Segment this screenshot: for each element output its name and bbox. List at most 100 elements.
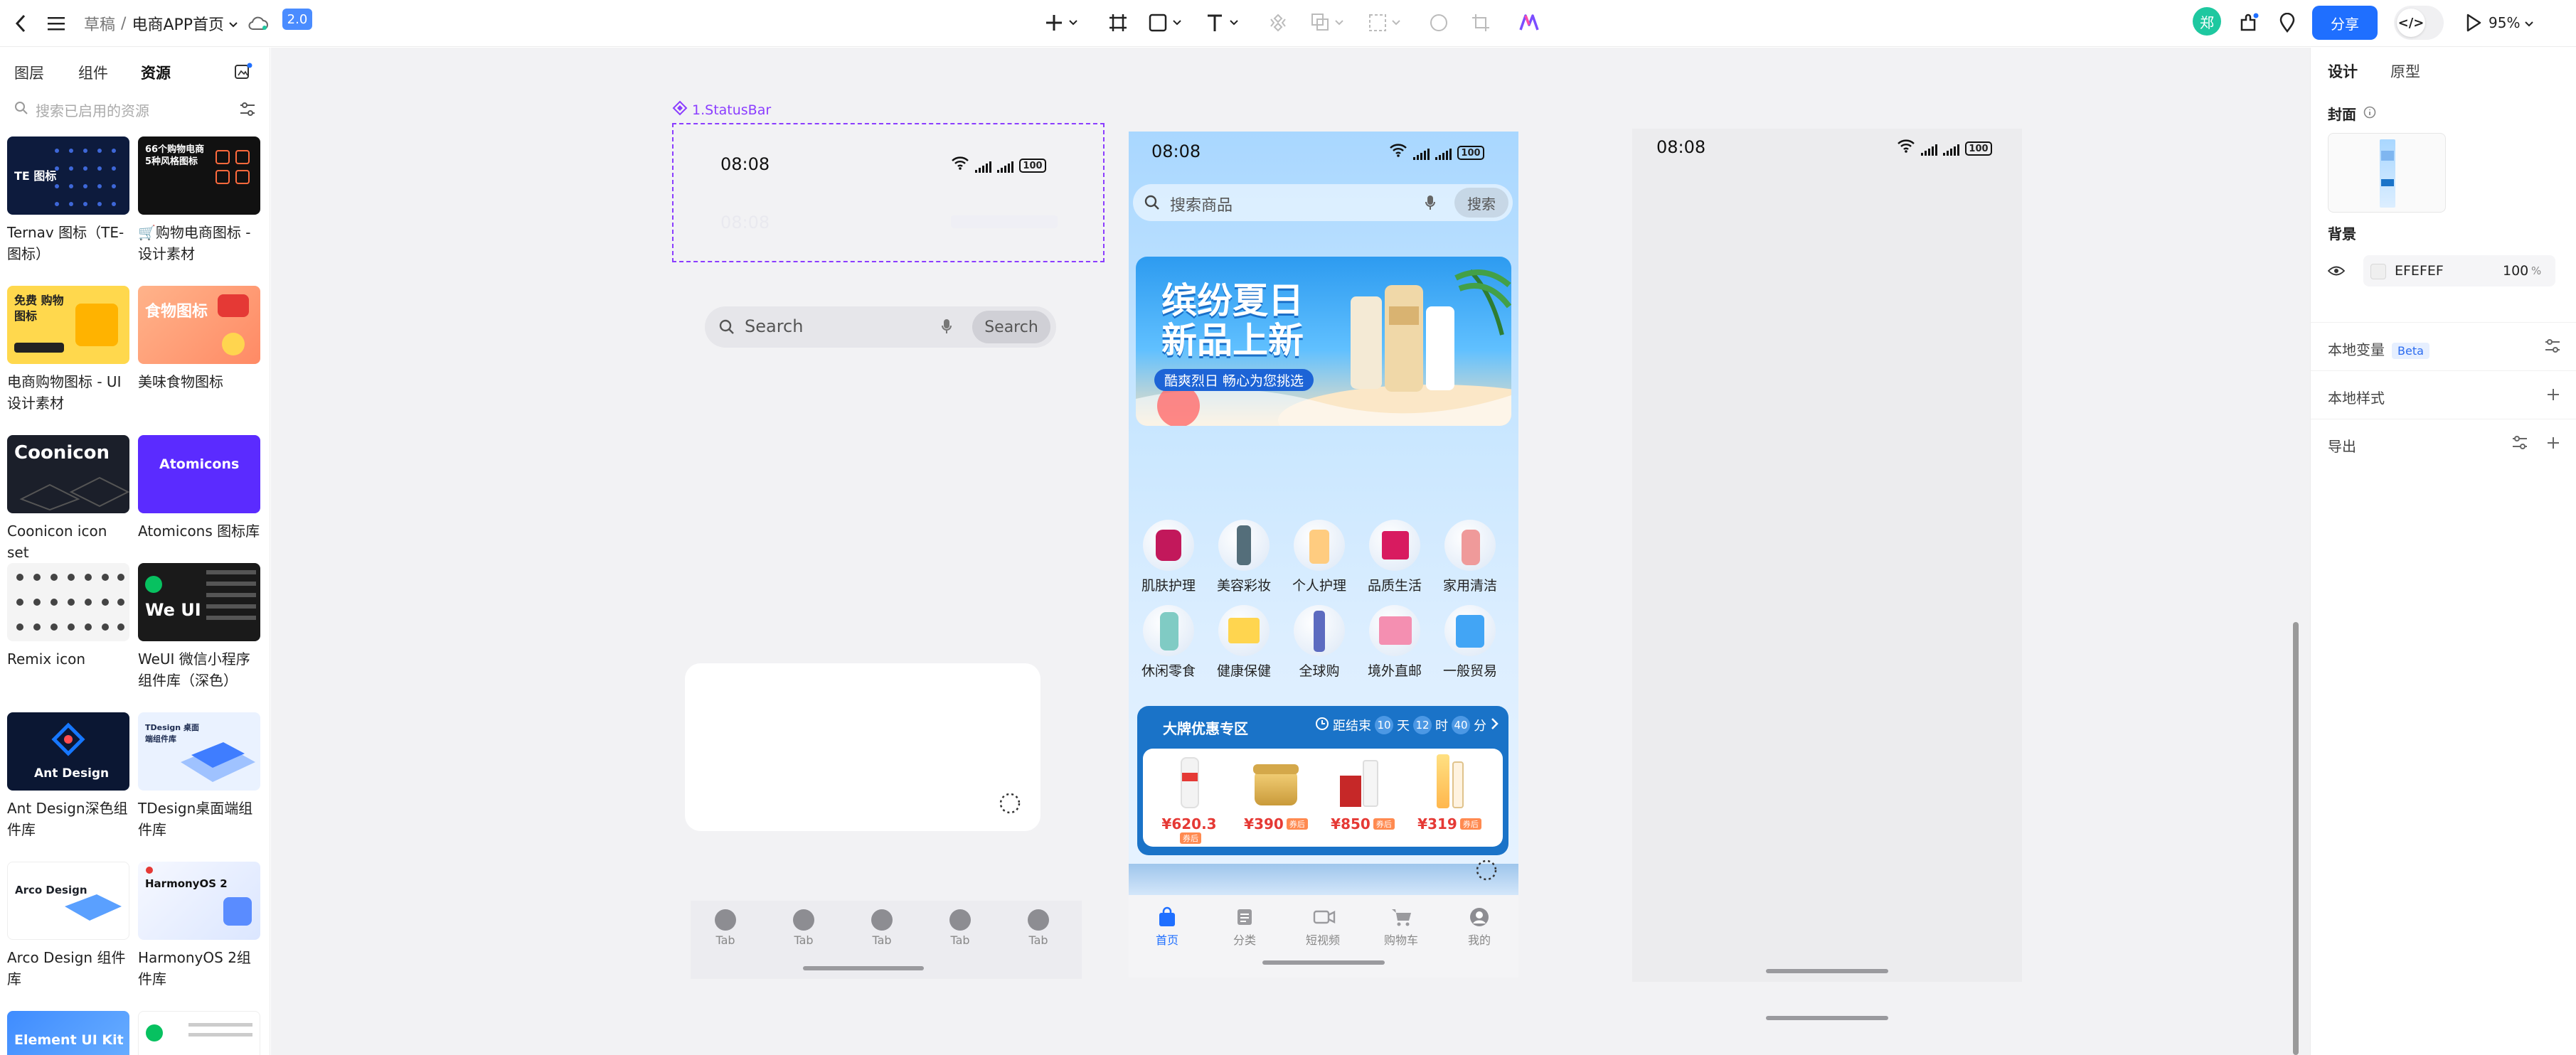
menu-icon[interactable] — [44, 11, 68, 36]
search-component[interactable]: Search Search — [705, 306, 1056, 348]
asset-tile[interactable]: TE 图标 Ternav 图标（TE-图标） — [7, 136, 129, 264]
avatar[interactable]: 郑 — [2193, 7, 2221, 36]
tab-assets[interactable]: 资源 — [141, 62, 171, 83]
frame-tool-icon[interactable] — [1104, 9, 1132, 37]
asset-tile[interactable]: Atomicons Atomicons 图标库 — [138, 435, 260, 542]
mask-tool-button[interactable] — [1366, 9, 1405, 37]
file-name[interactable]: 电商APP首页 — [132, 12, 224, 35]
promo-product[interactable]: ¥850 券后 — [1324, 754, 1402, 832]
tab-home[interactable]: 首页 — [1142, 906, 1192, 948]
component-tool-icon[interactable] — [1264, 9, 1292, 37]
tab-item[interactable]: Tab — [1013, 909, 1063, 947]
category-item[interactable]: 境外直邮 — [1361, 605, 1429, 680]
background-fill-field[interactable]: EFEFEF 100 % — [2363, 255, 2555, 286]
design-canvas[interactable]: 1.StatusBar 08:08 100 08:08 Search Searc… — [271, 48, 2310, 1055]
settings-sliders-icon[interactable] — [2511, 435, 2528, 454]
tab-category[interactable]: 分类 — [1220, 906, 1270, 948]
asset-tile[interactable]: We UI WeUI 微信小程序组件库（深色） — [138, 563, 260, 691]
cover-thumbnail[interactable] — [2328, 133, 2446, 213]
microphone-icon[interactable] — [1425, 194, 1436, 214]
asset-tile[interactable] — [138, 1011, 260, 1055]
filter-icon[interactable] — [239, 102, 256, 121]
tabbar-component[interactable]: Tab Tab Tab Tab Tab — [691, 901, 1082, 979]
search-button[interactable]: 搜索 — [1454, 188, 1508, 218]
version-badge[interactable]: 2.0 — [282, 9, 312, 30]
statusbar-component[interactable]: 08:08 100 08:08 — [672, 123, 1105, 262]
crop-tool-icon[interactable] — [1467, 9, 1495, 37]
background-hex-input[interactable]: EFEFEF — [2395, 263, 2444, 279]
selected-frame-label[interactable]: 1.StatusBar — [672, 100, 771, 119]
settings-sliders-icon[interactable] — [2544, 338, 2561, 357]
asset-tile[interactable]: Arco Design Arco Design 组件库 — [7, 862, 129, 990]
search-button[interactable]: Search — [972, 311, 1050, 343]
brand-promo-card[interactable]: 大牌优惠专区 距结束 10 天 12 时 40 分 ¥620.3券后 ¥390 … — [1137, 706, 1508, 855]
category-item[interactable]: 休闲零食 — [1134, 605, 1203, 680]
eye-icon[interactable] — [2327, 265, 2346, 279]
asset-tile[interactable]: HarmonyOS 2 HarmonyOS 2组件库 — [138, 862, 260, 990]
product-search[interactable]: 搜索商品 搜索 — [1133, 184, 1513, 221]
category-item[interactable]: 一般贸易 — [1436, 605, 1504, 680]
category-item[interactable]: 品质生活 — [1361, 520, 1429, 594]
asset-search[interactable]: 搜索已启用的资源 — [9, 93, 262, 126]
shape-tool-button[interactable] — [1146, 9, 1186, 37]
promo-product[interactable]: ¥390 券后 — [1237, 754, 1315, 832]
tab-item[interactable]: Tab — [857, 909, 907, 947]
promo-product[interactable]: ¥319 券后 — [1410, 754, 1489, 832]
plugin-icon[interactable] — [2235, 9, 2263, 37]
promo-product[interactable]: ¥620.3券后 — [1150, 754, 1228, 846]
tab-profile[interactable]: 我的 — [1454, 906, 1504, 948]
play-preview-icon[interactable] — [2461, 9, 2486, 37]
tab-item[interactable]: Tab — [701, 909, 750, 947]
location-pin-icon[interactable] — [2273, 9, 2301, 37]
ellipse-mask-icon[interactable] — [1425, 9, 1453, 37]
tab-components[interactable]: 组件 — [78, 62, 108, 83]
library-icon[interactable] — [233, 62, 253, 83]
add-tool-button[interactable] — [1040, 9, 1083, 37]
zoom-control[interactable]: 95% — [2489, 10, 2534, 36]
chevron-right-icon[interactable] — [1490, 717, 1499, 734]
category-item[interactable]: 肌肤护理 — [1134, 520, 1203, 594]
category-item[interactable]: 家用清洁 — [1436, 520, 1504, 594]
ecommerce-home-frame[interactable]: 08:08 100 搜索商品 搜索 缤纷夏日 新品上新 酷爽烈日 畅心为您挑选 … — [1129, 132, 1518, 978]
asset-tile[interactable]: Remix icon — [7, 563, 129, 670]
share-button[interactable]: 分享 — [2312, 6, 2378, 40]
tab-layers[interactable]: 图层 — [14, 62, 44, 83]
category-item[interactable]: 美容彩妆 — [1210, 520, 1278, 594]
asset-tile[interactable]: Element UI Kit — [7, 1011, 129, 1055]
summer-banner[interactable]: 缤纷夏日 新品上新 酷爽烈日 畅心为您挑选 — [1136, 257, 1511, 426]
tab-prototype[interactable]: 原型 — [2390, 60, 2420, 82]
category-item[interactable]: 健康保健 — [1210, 605, 1278, 680]
info-icon[interactable] — [2363, 106, 2376, 122]
tab-item[interactable]: Tab — [779, 909, 829, 947]
add-icon[interactable] — [2545, 435, 2561, 454]
asset-tile[interactable]: 免费 购物图标 电商购物图标 - UI设计素材 — [7, 286, 129, 414]
local-variables-row[interactable]: 本地变量 Beta — [2311, 322, 2576, 370]
tab-item[interactable]: Tab — [935, 909, 985, 947]
asset-tile[interactable]: 食物图标 美味食物图标 — [138, 286, 260, 392]
background-opacity-input[interactable]: 100 — [2503, 263, 2528, 279]
asset-tile[interactable]: Coonicon Coonicon icon set — [7, 435, 129, 563]
canvas-scrollbar[interactable] — [2293, 622, 2299, 1055]
asset-tile[interactable]: TDesign 桌面端组件库 TDesign桌面端组件库 — [138, 712, 260, 840]
color-swatch[interactable] — [2370, 264, 2386, 279]
blank-frame[interactable]: 08:08 100 — [1632, 129, 2022, 1020]
dev-mode-toggle[interactable]: </> — [2394, 6, 2444, 40]
tab-cart[interactable]: 购物车 — [1376, 906, 1426, 948]
boolean-tool-button[interactable] — [1309, 9, 1348, 37]
tab-design[interactable]: 设计 — [2328, 60, 2358, 82]
chevron-down-icon[interactable] — [228, 15, 238, 33]
tab-short-video[interactable]: 短视频 — [1298, 906, 1348, 948]
export-row[interactable]: 导出 — [2311, 419, 2576, 467]
local-styles-row[interactable]: 本地样式 — [2311, 370, 2576, 419]
asset-search-input[interactable]: 搜索已启用的资源 — [36, 100, 149, 120]
product-search-input[interactable]: 搜索商品 — [1170, 193, 1233, 215]
text-tool-button[interactable] — [1203, 9, 1243, 37]
back-icon[interactable] — [10, 11, 31, 36]
ai-plugin-icon[interactable] — [1515, 9, 1543, 37]
asset-tile[interactable]: 66个购物电商 5种风格图标 🛒购物电商图标 - 设计素材 — [138, 136, 260, 264]
asset-tile[interactable]: Ant Design Ant Design深色组件库 — [7, 712, 129, 840]
card-component[interactable] — [685, 663, 1040, 831]
breadcrumb-parent[interactable]: 草稿 — [84, 12, 115, 35]
category-item[interactable]: 全球购 — [1285, 605, 1353, 680]
category-item[interactable]: 个人护理 — [1285, 520, 1353, 594]
